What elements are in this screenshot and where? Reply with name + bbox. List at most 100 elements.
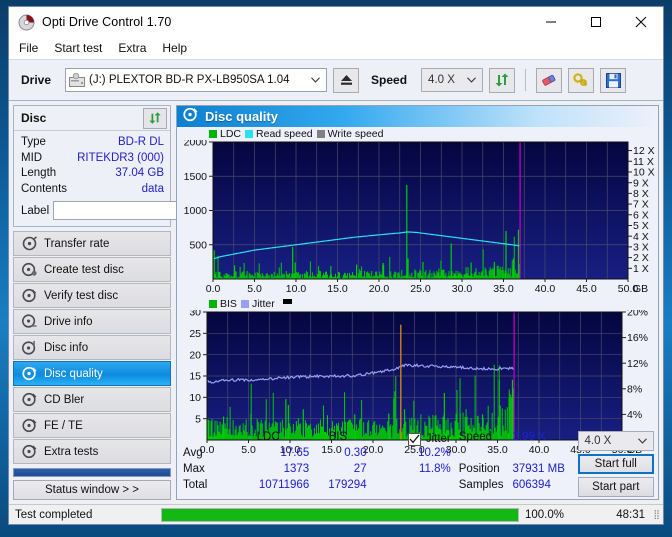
- menu-item-extra[interactable]: Extra: [118, 41, 146, 55]
- save-button[interactable]: [600, 67, 627, 93]
- stats-jitter-avg: 10.2%: [418, 447, 451, 459]
- sidebar-item-label: CD Bler: [44, 393, 85, 406]
- cd-bler-icon: [22, 392, 37, 407]
- legend-swatch-bis: [209, 299, 217, 308]
- refresh-button[interactable]: [489, 67, 516, 93]
- svg-text:6 X: 6 X: [633, 209, 649, 221]
- sidebar-item-label: Extra tests: [44, 445, 99, 458]
- stats-col-bis: BIS 0.30 27 179294: [309, 431, 366, 497]
- sidebar-item-disc-quality[interactable]: Disc quality: [13, 361, 171, 386]
- jitter-checkbox[interactable]: [407, 432, 421, 446]
- svg-text:GB: GB: [633, 283, 648, 295]
- disc-quality-icon: [183, 107, 198, 127]
- sidebar-item-disc-info[interactable]: Disc info: [13, 335, 171, 360]
- stats-header-bis: BIS: [328, 431, 348, 443]
- minimize-icon[interactable]: [528, 7, 573, 37]
- legend-read-speed: Read speed: [245, 128, 313, 140]
- chevron-down-icon: [311, 69, 320, 91]
- svg-text:9 X: 9 X: [633, 177, 649, 189]
- sidebar-item-fe-te[interactable]: FE / TE: [13, 413, 171, 438]
- legend-swatch-read-speed: [245, 129, 254, 138]
- menu-item-help[interactable]: Help: [162, 41, 187, 55]
- svg-text:1000: 1000: [184, 205, 208, 217]
- test-speed-select[interactable]: 4.0 X: [577, 431, 654, 451]
- svg-text:1 X: 1 X: [633, 263, 649, 275]
- progress-bar: [161, 507, 519, 522]
- menu-item-file[interactable]: File: [19, 41, 38, 55]
- legend-label-ldc: LDC: [220, 127, 242, 140]
- svg-text:5: 5: [195, 413, 201, 425]
- disc-refresh-button[interactable]: [143, 107, 167, 129]
- disc-row-contents-value: data: [141, 182, 164, 195]
- nav-list: Transfer rate Create test disc Verify te…: [13, 231, 171, 464]
- sidebar-item-transfer-rate[interactable]: Transfer rate: [13, 231, 171, 256]
- drive-icon: [69, 72, 86, 87]
- stats-label-speed: Speed: [458, 431, 493, 443]
- svg-text:30: 30: [189, 310, 201, 319]
- svg-text:30.0: 30.0: [452, 283, 473, 295]
- svg-text:12%: 12%: [627, 358, 648, 370]
- menu-item-start-test[interactable]: Start test: [54, 41, 102, 55]
- svg-text:40.0: 40.0: [535, 283, 556, 295]
- legend-swatch-write-speed: [316, 129, 325, 138]
- svg-text:16%: 16%: [627, 332, 648, 344]
- speed-select[interactable]: 4.0 X: [421, 68, 484, 92]
- svg-text:4%: 4%: [627, 409, 642, 421]
- toolbar-divider: [525, 69, 527, 91]
- status-text: Test completed: [15, 508, 93, 521]
- app-window: Opti Drive Control 1.70 File Start test …: [8, 6, 664, 525]
- svg-text:10 X: 10 X: [633, 167, 655, 179]
- stats-label-total: Total: [183, 479, 208, 491]
- svg-text:12 X: 12 X: [633, 145, 655, 157]
- drive-info-icon: [21, 314, 37, 329]
- legend-label-write-speed: Write speed: [327, 127, 384, 140]
- panel-header: Disc quality: [177, 106, 658, 127]
- toolbar: Drive (J:) PLEXTOR BD-R PX-LB950SA 1.04: [9, 59, 663, 101]
- disc-label-key: Label: [21, 204, 50, 217]
- verify-test-disc-icon: [22, 288, 37, 303]
- sidebar-item-verify-test-disc[interactable]: Verify test disc: [13, 283, 171, 308]
- close-icon[interactable]: [618, 7, 663, 37]
- extra-tests-icon: [22, 444, 37, 459]
- disc-row-length-value: 37.04 GB: [115, 167, 164, 179]
- start-part-button[interactable]: Start part: [577, 477, 654, 497]
- stats-col-meta-values: 2.99 X 37931 MB 606394: [508, 431, 577, 497]
- drive-select[interactable]: (J:) PLEXTOR BD-R PX-LB950SA 1.04: [65, 68, 328, 92]
- maximize-icon[interactable]: [573, 7, 618, 37]
- legend-label-read-speed: Read speed: [256, 127, 313, 140]
- legend-jitter: Jitter: [240, 297, 275, 310]
- disc-info-rows: Type BD-R DL MID RITEKDR3 (000) Length 3…: [14, 131, 259, 226]
- svg-text:5 X: 5 X: [633, 220, 649, 232]
- sidebar-item-cd-bler[interactable]: CD Bler: [13, 387, 171, 412]
- status-window-button[interactable]: Status window > >: [13, 480, 171, 501]
- progress-bar-fill: [162, 508, 518, 521]
- body: Disc Type BD-R DL MID RITEKDR3 (000) Len…: [9, 101, 663, 504]
- disc-label-row: Label: [21, 200, 259, 221]
- stats-meta-value-spacer: [512, 447, 577, 463]
- key-button[interactable]: [568, 67, 595, 93]
- sidebar-item-extra-tests[interactable]: Extra tests: [13, 439, 171, 464]
- sidebar-item-label: Transfer rate: [44, 237, 110, 250]
- charts-area: LDC Read speed Write speed 500 1000 1500…: [177, 127, 658, 457]
- chart-marker-icon: [282, 299, 292, 304]
- eraser-button[interactable]: [536, 67, 563, 93]
- ldc-chart-block: LDC Read speed Write speed 500 1000 1500…: [177, 127, 658, 297]
- start-full-button[interactable]: Start full: [577, 453, 654, 475]
- sidebar-item-create-test-disc[interactable]: Create test disc: [13, 257, 171, 282]
- stats-row-labels: Avg Max Total: [179, 431, 227, 497]
- eject-button[interactable]: [333, 67, 360, 93]
- stats-meta-spacer: [459, 447, 509, 463]
- legend-label-jitter: Jitter: [251, 297, 275, 310]
- resize-grip-icon[interactable]: ⣿: [645, 509, 663, 520]
- chevron-down-icon: [467, 69, 476, 91]
- svg-text:10.0: 10.0: [286, 283, 307, 295]
- sidebar-item-drive-info[interactable]: Drive info: [13, 309, 171, 334]
- stats-col-actions: 4.0 X Start full Start part: [577, 431, 657, 497]
- page-title: Disc quality: [205, 109, 278, 124]
- svg-text:25.0: 25.0: [410, 283, 431, 295]
- disc-row-type: Type BD-R DL: [21, 135, 164, 151]
- svg-text:7 X: 7 X: [633, 199, 649, 211]
- svg-text:2 X: 2 X: [633, 252, 649, 264]
- bis-chart-legend: BIS Jitter: [177, 297, 658, 310]
- stats-jitter-header: Jitter: [367, 431, 451, 447]
